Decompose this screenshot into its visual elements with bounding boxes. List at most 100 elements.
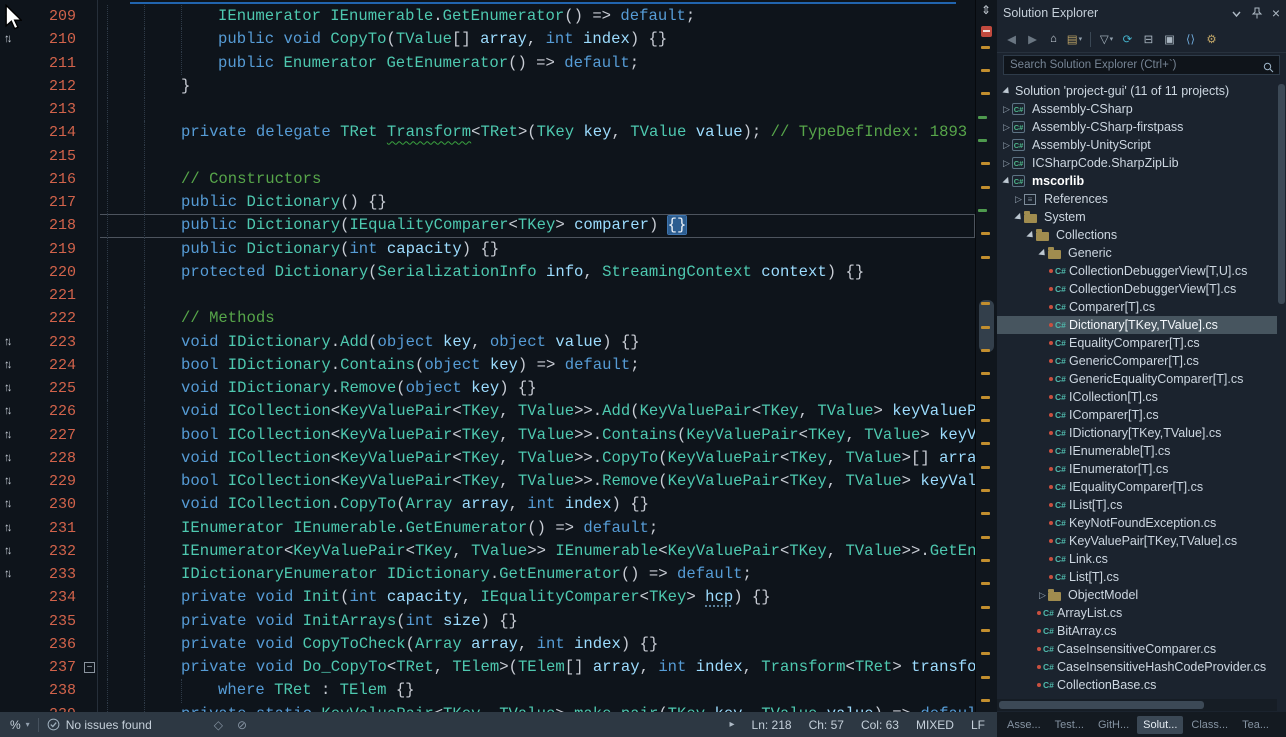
override-indicator-icon[interactable]: ↑↓ [4, 517, 10, 540]
override-indicator-icon[interactable]: ↑↓ [4, 563, 10, 586]
override-indicator-icon[interactable]: ↑↓ [4, 377, 10, 400]
filter-icon[interactable]: ▽▾ [1098, 31, 1115, 48]
tool-window-tab[interactable]: Test... [1049, 716, 1090, 734]
issues-status[interactable]: No issues found [66, 718, 152, 732]
code-line[interactable]: // Constructors [0, 168, 975, 191]
collapsed-arrow-icon[interactable]: ▷ [1001, 104, 1012, 115]
panel-horizontal-scrollbar[interactable] [997, 699, 1277, 711]
tree-item[interactable]: C#KeyNotFoundException.cs [997, 514, 1277, 532]
tool-window-tab[interactable]: Tea... [1236, 716, 1275, 734]
split-editor-handle[interactable]: ⇕ [981, 3, 991, 17]
tree-item[interactable]: C#IEnumerator[T].cs [997, 460, 1277, 478]
code-line[interactable] [0, 284, 975, 307]
pin-icon[interactable] [1251, 7, 1263, 19]
expanded-arrow-icon[interactable] [1001, 89, 1012, 94]
collapsed-arrow-icon[interactable]: ▷ [1037, 590, 1048, 601]
panel-vertical-scrollbar[interactable] [1278, 84, 1285, 304]
editor-gutter[interactable]: 209↑↓210↑↓211212213214215216217218219220… [0, 0, 100, 712]
code-line[interactable]: private static KeyValuePair<TKey, TValue… [0, 703, 975, 713]
diamond-icon[interactable]: ◇ [214, 718, 223, 732]
tree-item[interactable]: C#KeyValuePair[TKey,TValue].cs [997, 532, 1277, 550]
code-editor[interactable]: IEnumerator IEnumerable.GetEnumerator() … [0, 0, 997, 712]
tree-item[interactable]: C#CaseInsensitiveHashCodeProvider.cs [997, 658, 1277, 676]
code-line[interactable]: IEnumerator<KeyValuePair<TKey, TValue>> … [0, 540, 975, 563]
code-line[interactable]: protected Dictionary(SerializationInfo i… [0, 261, 975, 284]
code-line[interactable] [0, 145, 975, 168]
code-line[interactable]: public Dictionary(int capacity) {} [0, 238, 975, 261]
forward-icon[interactable]: ▶ [1024, 31, 1041, 48]
search-icon[interactable] [1263, 60, 1274, 78]
override-indicator-icon[interactable]: ↑↓ [4, 540, 10, 563]
tool-window-tab[interactable]: Class... [1185, 716, 1234, 734]
collapse-all-icon[interactable]: ⊟ [1140, 31, 1157, 48]
encoding-indicator[interactable]: MIXED [916, 718, 954, 732]
switch-views-icon[interactable]: ▤▾ [1066, 31, 1083, 48]
caret-right-icon[interactable]: ▸ [730, 719, 735, 730]
code-line[interactable]: bool ICollection<KeyValuePair<TKey, TVal… [0, 424, 975, 447]
tree-item[interactable]: C#List[T].cs [997, 568, 1277, 586]
code-line[interactable]: bool IDictionary.Contains(object key) =>… [0, 354, 975, 377]
override-indicator-icon[interactable]: ↑↓ [4, 470, 10, 493]
sync-active-document-icon[interactable]: ⟳ [1119, 31, 1136, 48]
tool-window-tab[interactable]: GitH... [1092, 716, 1135, 734]
expanded-arrow-icon[interactable] [1013, 215, 1024, 220]
tree-item[interactable]: C#Dictionary[TKey,TValue].cs [997, 316, 1277, 334]
tree-item[interactable]: C#BitArray.cs [997, 622, 1277, 640]
tree-item[interactable]: C#IDictionary[TKey,TValue].cs [997, 424, 1277, 442]
tree-item[interactable]: C#CollectionDebuggerView[T,U].cs [997, 262, 1277, 280]
code-line[interactable]: bool ICollection<KeyValuePair<TKey, TVal… [0, 470, 975, 493]
tree-item[interactable]: Generic [997, 244, 1277, 262]
settings-wrench-icon[interactable]: ⚙ [1203, 31, 1220, 48]
expanded-arrow-icon[interactable] [1001, 179, 1012, 184]
tree-item[interactable]: ▷C#Assembly-UnityScript [997, 136, 1277, 154]
properties-icon[interactable]: ▣ [1161, 31, 1178, 48]
panel-hscroll-thumb[interactable] [999, 701, 1204, 709]
override-indicator-icon[interactable]: ↑↓ [4, 331, 10, 354]
code-line[interactable] [0, 98, 975, 121]
tool-window-tab[interactable]: Solut... [1137, 716, 1183, 734]
tree-item[interactable]: ▷ObjectModel [997, 586, 1277, 604]
close-icon[interactable]: × [1272, 5, 1280, 21]
tree-item[interactable]: C#CollectionDebuggerView[T].cs [997, 280, 1277, 298]
code-line[interactable]: public void CopyTo(TValue[] array, int i… [0, 28, 975, 51]
code-line[interactable]: private void CopyToCheck(Array array, in… [0, 633, 975, 656]
expanded-arrow-icon[interactable] [1025, 233, 1036, 238]
tree-item[interactable]: System [997, 208, 1277, 226]
back-icon[interactable]: ◀ [1003, 31, 1020, 48]
override-indicator-icon[interactable]: ↑↓ [4, 447, 10, 470]
override-indicator-icon[interactable]: ↑↓ [4, 493, 10, 516]
override-indicator-icon[interactable]: ↑↓ [4, 424, 10, 447]
tree-item[interactable]: C#EqualityComparer[T].cs [997, 334, 1277, 352]
code-line[interactable]: IEnumerator IEnumerable.GetEnumerator() … [0, 5, 975, 28]
character-indicator[interactable]: Ch: 57 [809, 718, 844, 732]
tree-item[interactable]: C#IEnumerable[T].cs [997, 442, 1277, 460]
tree-item[interactable]: C#IEqualityComparer[T].cs [997, 478, 1277, 496]
code-line[interactable]: } [0, 75, 975, 98]
tree-item[interactable]: ▷C#ICSharpCode.SharpZipLib [997, 154, 1277, 172]
collapsed-arrow-icon[interactable]: ▷ [1001, 140, 1012, 151]
tree-item[interactable]: C#mscorlib [997, 172, 1277, 190]
tree-item[interactable]: ▷C#Assembly-CSharp-firstpass [997, 118, 1277, 136]
code-line[interactable]: private void InitArrays(int size) {} [0, 610, 975, 633]
tree-item[interactable]: C#CollectionBase.cs [997, 676, 1277, 694]
tree-item[interactable]: ▷≡References [997, 190, 1277, 208]
tree-item[interactable]: C#ICollection[T].cs [997, 388, 1277, 406]
search-input[interactable] [1003, 55, 1280, 75]
chevron-down-icon[interactable] [1231, 8, 1242, 19]
override-indicator-icon[interactable]: ↑↓ [4, 354, 10, 377]
code-line[interactable]: public Enumerator GetEnumerator() => def… [0, 52, 975, 75]
code-line[interactable]: void ICollection<KeyValuePair<TKey, TVal… [0, 400, 975, 423]
tree-item[interactable]: C#CaseInsensitiveComparer.cs [997, 640, 1277, 658]
collapsed-arrow-icon[interactable]: ▷ [1001, 122, 1012, 133]
mute-notifications-icon[interactable]: ⊘ [237, 718, 247, 732]
code-line[interactable]: void ICollection<KeyValuePair<TKey, TVal… [0, 447, 975, 470]
override-indicator-icon[interactable]: ↑↓ [4, 400, 10, 423]
tree-item[interactable]: Solution 'project-gui' (11 of 11 project… [997, 82, 1277, 100]
code-line[interactable]: // Methods [0, 307, 975, 330]
tree-item[interactable]: C#Link.cs [997, 550, 1277, 568]
code-line[interactable]: void ICollection.CopyTo(Array array, int… [0, 493, 975, 516]
tree-item[interactable]: Collections [997, 226, 1277, 244]
fold-collapse-button[interactable]: − [84, 662, 95, 673]
tree-item[interactable]: C#GenericEqualityComparer[T].cs [997, 370, 1277, 388]
show-all-files-icon[interactable]: ⟨⟩ [1182, 31, 1199, 48]
